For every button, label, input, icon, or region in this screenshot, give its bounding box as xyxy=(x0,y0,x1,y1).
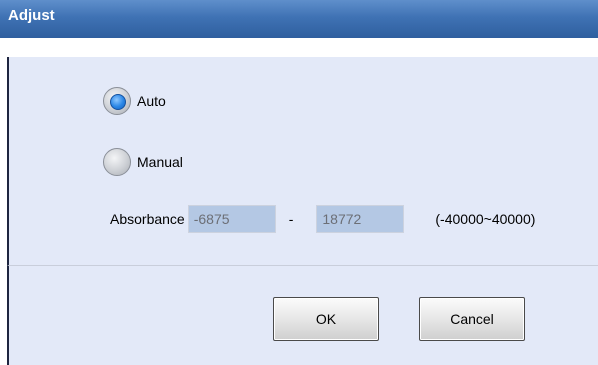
absorbance-min-field[interactable]: -6875 xyxy=(187,205,276,233)
cancel-button[interactable]: Cancel xyxy=(419,297,525,341)
radio-option-auto[interactable]: Auto xyxy=(103,87,166,115)
absorbance-row: Absorbance -6875 - 18772 (-40000~40000) xyxy=(110,204,535,234)
dialog-content xyxy=(7,57,598,266)
radio-option-manual[interactable]: Manual xyxy=(103,148,183,176)
absorbance-range-hint: (-40000~40000) xyxy=(435,211,536,227)
dialog-title: Adjust xyxy=(8,7,55,24)
ok-button[interactable]: OK xyxy=(273,297,379,341)
absorbance-max-field[interactable]: 18772 xyxy=(316,205,405,233)
auto-radio-label: Auto xyxy=(137,93,166,109)
manual-radio-label: Manual xyxy=(137,154,183,170)
dialog-titlebar[interactable]: Adjust xyxy=(0,0,598,38)
manual-radio-button[interactable] xyxy=(103,148,131,176)
absorbance-label: Absorbance xyxy=(110,211,185,227)
range-separator: - xyxy=(288,211,294,227)
adjust-dialog: Adjust Auto Manual Absorbance -6875 - 18… xyxy=(0,0,598,365)
auto-radio-button[interactable] xyxy=(103,87,131,115)
